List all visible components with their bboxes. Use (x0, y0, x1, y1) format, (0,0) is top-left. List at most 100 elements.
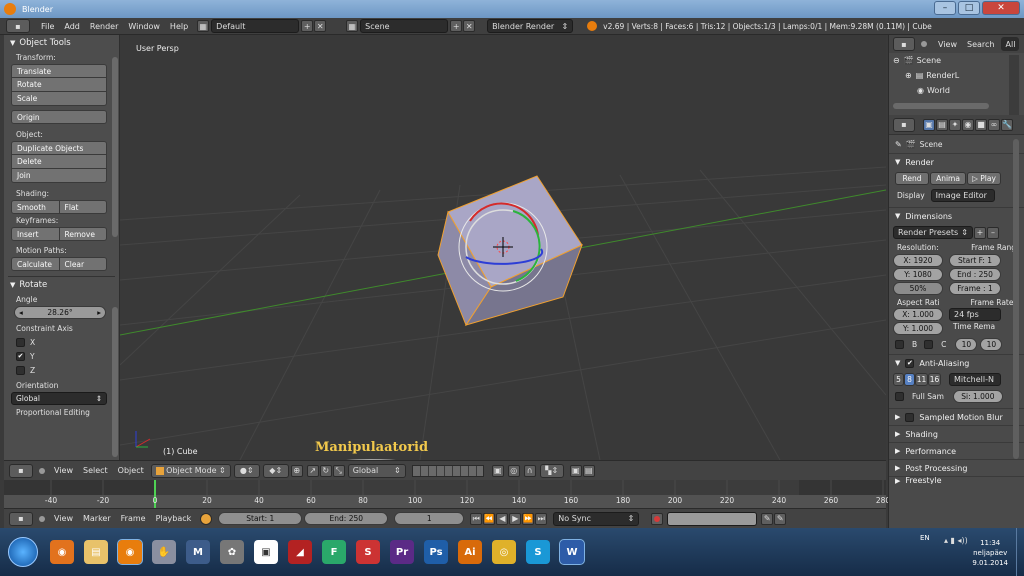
outliner-row-world[interactable]: ◉ World (889, 83, 1024, 98)
frame-start-field[interactable]: Start F: 1 (949, 254, 1001, 267)
insert-keyframe-icon[interactable]: ✎ (761, 512, 774, 525)
border-checkbox[interactable] (895, 340, 904, 349)
outliner-vscrollbar[interactable] (1009, 55, 1019, 115)
duplicate-objects-button[interactable]: Duplicate Objects (11, 141, 107, 155)
panel-header-shading[interactable]: ▶ Shading (889, 425, 1024, 442)
taskbar-app-hand-icon[interactable]: ✋ (152, 540, 176, 564)
timeline-editor[interactable]: -40 -20 0 20 40 60 80 100 120 140 160 180 200 220 240 2… (4, 480, 890, 508)
remove-keyframe-button[interactable]: Remove (59, 227, 107, 241)
taskbar-app-files-icon[interactable]: ▣ (254, 540, 278, 564)
crop-checkbox[interactable] (924, 340, 934, 349)
menu-add[interactable]: Add (59, 22, 85, 31)
pin-icon[interactable]: ✎ (895, 140, 902, 149)
render-presets-dropdown[interactable]: Render Presets ⇕ (893, 226, 973, 239)
prev-keyframe-icon[interactable]: ⏪ (483, 512, 496, 525)
taskbar-app-filezilla-icon[interactable]: ◢ (288, 540, 312, 564)
panel-header-post-processing[interactable]: ▶ Post Processing (889, 459, 1024, 476)
minimize-button[interactable]: – (934, 1, 956, 15)
preset-add-icon[interactable]: + (974, 226, 986, 239)
outliner-row-scene[interactable]: ⊖ 🎬 Scene (889, 53, 1024, 68)
delete-keyframe-icon[interactable]: ✎ (774, 512, 787, 525)
translate-button[interactable]: Translate (11, 64, 107, 78)
taskbar-app-ai-icon[interactable]: Ai (458, 540, 482, 564)
axis-x-checkbox[interactable]: X (16, 335, 119, 349)
menu-marker[interactable]: Marker (78, 514, 116, 523)
aa-samples-16[interactable]: 16 (928, 373, 941, 386)
header-collapse-icon[interactable] (39, 467, 45, 474)
menu-object[interactable]: Object (113, 466, 149, 475)
angle-field[interactable]: ◂ 28.26° ▸ (14, 306, 106, 319)
taskbar-app-f-icon[interactable]: F (322, 540, 346, 564)
aa-filter-dropdown[interactable]: Mitchell-N (949, 373, 1001, 386)
world-context-icon[interactable]: ◉ (962, 118, 974, 131)
magnet-icon[interactable]: ∩ (523, 464, 536, 477)
scene-browse-icon[interactable]: ▦ (346, 20, 359, 32)
transform-orientation-dropdown[interactable]: Global ⇕ (347, 463, 406, 478)
taskbar-app-chrome-icon[interactable]: ◎ (492, 540, 516, 564)
display-mode-dropdown[interactable]: All (1001, 37, 1020, 51)
mode-dropdown[interactable]: Object Mode ⇕ (150, 463, 231, 478)
smooth-button[interactable]: Smooth (11, 200, 60, 214)
layout-remove-icon[interactable]: ✕ (314, 20, 327, 32)
taskbar-app-pr-icon[interactable]: Pr (390, 540, 414, 564)
lock-layers-icon[interactable]: ▣ (491, 464, 504, 477)
show-desktop-button[interactable] (1016, 528, 1024, 576)
viewport-shading-dropdown[interactable]: ●⇕ (233, 463, 260, 478)
expand-icon[interactable]: ⊕ (905, 71, 912, 80)
menu-file[interactable]: File (36, 22, 59, 31)
current-frame-field[interactable]: 1 (394, 512, 465, 525)
resolution-y-field[interactable]: Y: 1080 (893, 268, 943, 281)
insert-keyframe-button[interactable]: Insert (11, 227, 60, 241)
header-collapse-icon[interactable] (921, 41, 927, 47)
aa-samples-5[interactable]: 5 (893, 373, 904, 386)
render-animation-icon[interactable]: ▤ (582, 464, 595, 477)
panel-header-sampled-motion-blur[interactable]: ▶ Sampled Motion Blur (889, 408, 1024, 425)
aspect-x-field[interactable]: X: 1.000 (893, 308, 943, 321)
menu-help[interactable]: Help (165, 22, 193, 31)
aa-samples-8[interactable]: 8 (904, 373, 915, 386)
clear-button[interactable]: Clear (59, 257, 107, 271)
menu-window[interactable]: Window (123, 22, 165, 31)
menu-view[interactable]: View (933, 40, 962, 49)
checkbox-icon[interactable] (905, 412, 915, 422)
keying-set-field[interactable] (667, 511, 758, 526)
scene-remove-icon[interactable]: ✕ (463, 20, 476, 32)
taskbar-app-m-icon[interactable]: M (186, 540, 210, 564)
panel-header-anti-aliasing[interactable]: ▼ ✔ Anti-Aliasing (889, 354, 1024, 371)
header-collapse-icon[interactable] (39, 515, 45, 522)
preset-remove-icon[interactable]: – (987, 226, 999, 239)
resolution-percentage-field[interactable]: 50% (893, 282, 943, 295)
collapse-icon[interactable]: ⊖ (893, 56, 900, 65)
full-sample-checkbox[interactable] (895, 392, 904, 401)
taskbar-app-gimp-icon[interactable]: ✿ (220, 540, 244, 564)
scale-manipulator-icon[interactable]: ⤡ (332, 464, 345, 477)
menu-playback[interactable]: Playback (151, 514, 197, 523)
menu-select[interactable]: Select (78, 466, 113, 475)
menu-view[interactable]: View (49, 514, 78, 523)
taskbar-app-ps-icon[interactable]: Ps (424, 540, 448, 564)
panel-header-render[interactable]: ▼ Render (889, 153, 1024, 170)
manipulator-toggle-icon[interactable]: ⊕ (290, 464, 303, 477)
pivot-point-dropdown[interactable]: ◆⇕ (262, 463, 289, 478)
aspect-y-field[interactable]: Y: 1.000 (893, 322, 943, 335)
end-frame-field[interactable]: End: 250 (304, 512, 389, 525)
scene-field[interactable]: Scene (360, 19, 449, 33)
resolution-x-field[interactable]: X: 1920 (893, 254, 943, 267)
orientation-dropdown[interactable]: Global ⇕ (11, 392, 107, 405)
play-icon[interactable]: ▶ (509, 512, 522, 525)
layout-add-icon[interactable]: + (301, 20, 314, 32)
join-button[interactable]: Join (11, 169, 107, 183)
input-language[interactable]: EN (920, 534, 930, 542)
taskbar-app-firefox-icon[interactable]: ◉ (50, 540, 74, 564)
calculate-button[interactable]: Calculate (11, 257, 60, 271)
outliner-hscrollbar[interactable] (893, 103, 989, 109)
panel-header-freestyle[interactable]: ▶ Freestyle (889, 476, 1024, 484)
layout-browse-icon[interactable]: ▦ (197, 20, 210, 32)
taskbar-app-w-icon[interactable]: W (559, 539, 585, 565)
taskbar-app-blender-icon[interactable]: ◉ (117, 539, 143, 565)
render-button[interactable]: Rend (895, 172, 929, 185)
time-remap-old-field[interactable]: 10 (955, 338, 978, 351)
tool-shelf-scrollbar[interactable] (112, 57, 118, 237)
render-animation-button[interactable]: Anima (930, 172, 966, 185)
taskbar-app-s-icon[interactable]: S (526, 540, 550, 564)
